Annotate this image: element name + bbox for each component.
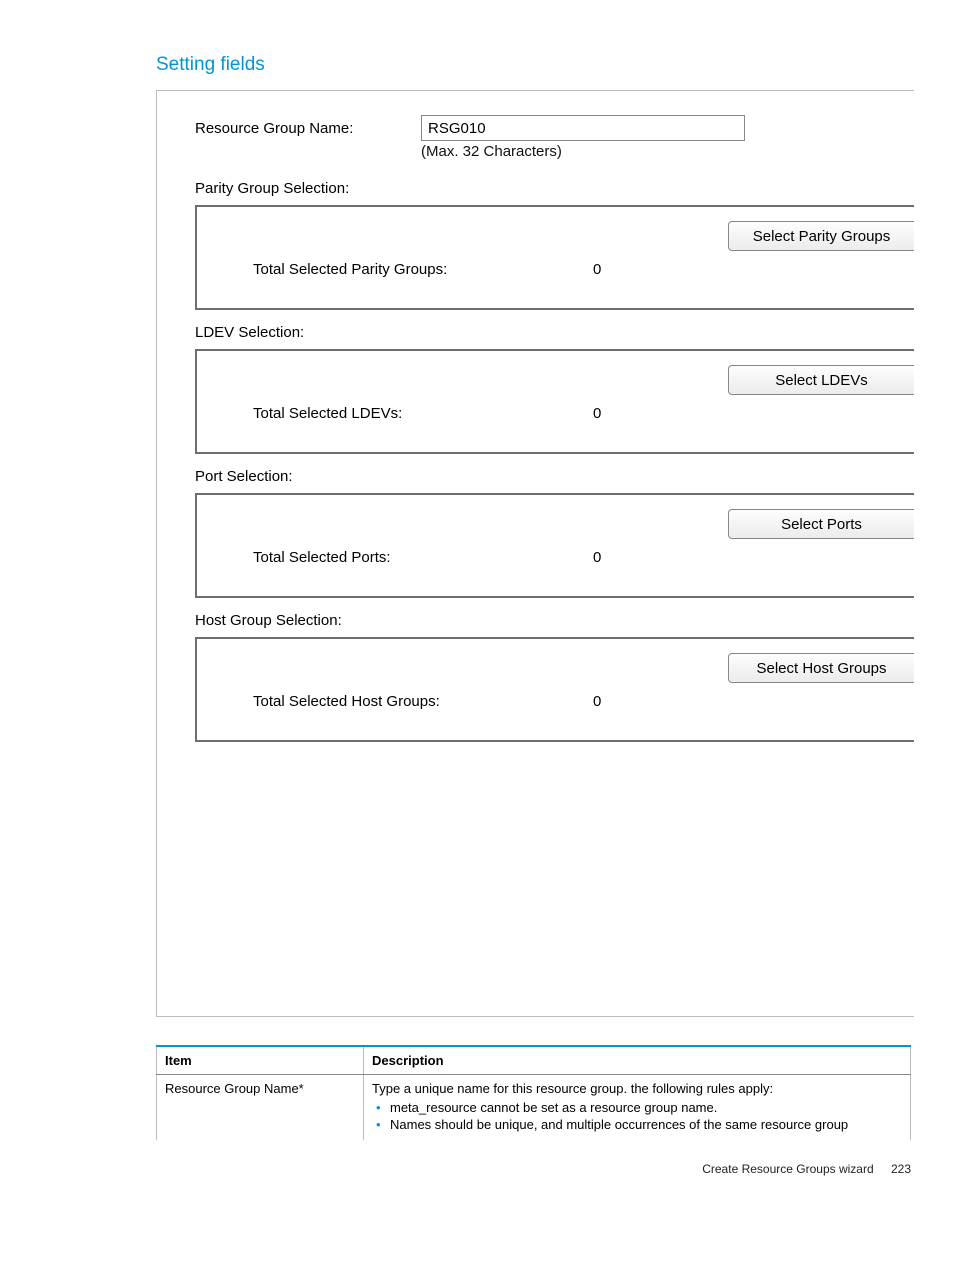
select-ldevs-button[interactable]: Select LDEVs	[728, 365, 914, 395]
port-count-value: 0	[593, 549, 601, 566]
host-group-selection-label: Host Group Selection:	[195, 612, 914, 629]
table-row: Resource Group Name* Type a unique name …	[157, 1075, 911, 1141]
select-host-groups-button[interactable]: Select Host Groups	[728, 653, 914, 683]
footer-text: Create Resource Groups wizard	[702, 1162, 873, 1176]
table-header-item: Item	[157, 1046, 364, 1075]
ldev-count-value: 0	[593, 405, 601, 422]
ldev-count-label: Total Selected LDEVs:	[253, 405, 593, 422]
resource-group-name-input[interactable]	[421, 115, 745, 141]
settings-panel: Resource Group Name: (Max. 32 Characters…	[156, 90, 914, 1017]
parity-group-selection-box: Select Parity Groups Total Selected Pari…	[195, 205, 914, 310]
description-intro: Type a unique name for this resource gro…	[372, 1081, 773, 1096]
page-number: 223	[891, 1162, 911, 1176]
description-table: Item Description Resource Group Name* Ty…	[156, 1045, 911, 1140]
port-selection-label: Port Selection:	[195, 468, 914, 485]
section-heading: Setting fields	[156, 54, 914, 76]
ldev-selection-box: Select LDEVs Total Selected LDEVs: 0	[195, 349, 914, 454]
table-header-description: Description	[364, 1046, 911, 1075]
description-bullet: meta_resource cannot be set as a resourc…	[372, 1100, 902, 1115]
ldev-selection-label: LDEV Selection:	[195, 324, 914, 341]
parity-count-value: 0	[593, 261, 601, 278]
host-group-selection-box: Select Host Groups Total Selected Host G…	[195, 637, 914, 742]
host-count-value: 0	[593, 693, 601, 710]
select-parity-groups-button[interactable]: Select Parity Groups	[728, 221, 914, 251]
resource-group-name-hint: (Max. 32 Characters)	[421, 143, 914, 160]
select-ports-button[interactable]: Select Ports	[728, 509, 914, 539]
parity-count-label: Total Selected Parity Groups:	[253, 261, 593, 278]
table-cell-item: Resource Group Name*	[157, 1075, 364, 1141]
table-cell-description: Type a unique name for this resource gro…	[364, 1075, 911, 1141]
parity-group-selection-label: Parity Group Selection:	[195, 180, 914, 197]
description-bullet: Names should be unique, and multiple occ…	[372, 1117, 902, 1132]
resource-group-name-label: Resource Group Name:	[195, 120, 421, 137]
page-footer: Create Resource Groups wizard 223	[156, 1162, 911, 1176]
host-count-label: Total Selected Host Groups:	[253, 693, 593, 710]
port-selection-box: Select Ports Total Selected Ports: 0	[195, 493, 914, 598]
port-count-label: Total Selected Ports:	[253, 549, 593, 566]
